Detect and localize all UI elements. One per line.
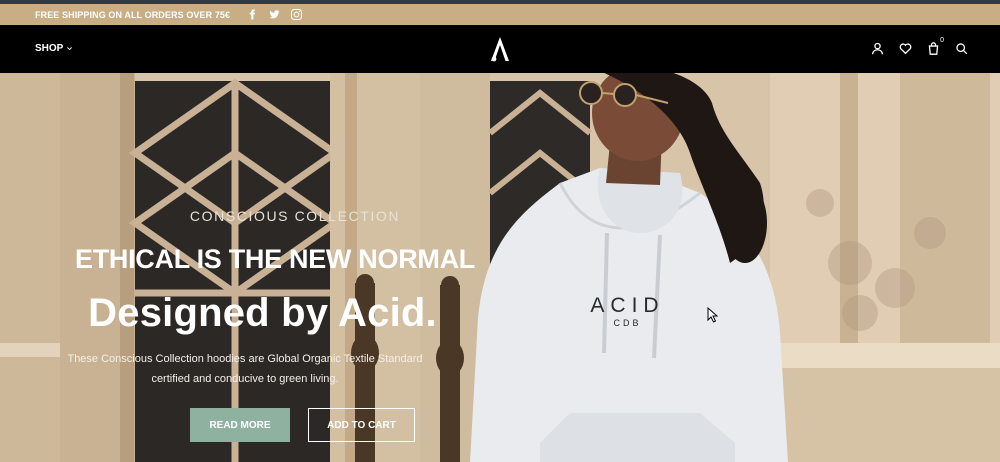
hoodie-print-main: ACID	[590, 294, 665, 317]
add-to-cart-button[interactable]: ADD TO CART	[308, 408, 415, 442]
hoodie-print: ACID CDB	[585, 295, 670, 329]
read-more-button[interactable]: READ MORE	[190, 408, 290, 442]
instagram-icon[interactable]	[290, 9, 302, 21]
cart-icon[interactable]: 0	[926, 37, 944, 55]
hero-description-line1: These Conscious Collection hoodies are G…	[67, 353, 423, 365]
twitter-icon[interactable]	[268, 9, 280, 21]
facebook-icon[interactable]	[246, 9, 258, 21]
hero-subhead: Designed by Acid.	[88, 291, 437, 335]
mouse-cursor-icon	[707, 307, 719, 323]
shop-label: SHOP	[35, 43, 64, 54]
shop-menu[interactable]: SHOP	[35, 43, 73, 54]
hero-banner: ACID CDB CONSCIOUS COLLECTION ETHICAL IS…	[0, 73, 1000, 462]
header-icons: 0	[870, 37, 968, 55]
hero-headline: ETHICAL IS THE NEW NORMAL	[75, 244, 475, 274]
heart-icon[interactable]	[898, 41, 912, 55]
hero-eyebrow: CONSCIOUS COLLECTION	[189, 208, 401, 224]
search-icon[interactable]	[954, 41, 968, 55]
logo-icon[interactable]	[489, 36, 511, 62]
social-links	[246, 9, 302, 21]
hero-description-line2: certified and conducive to green living.	[151, 373, 339, 385]
hero-description: These Conscious Collection hoodies are G…	[45, 349, 445, 389]
cart-count: 0	[940, 37, 944, 44]
user-icon[interactable]	[870, 41, 884, 55]
promo-bar: FREE SHIPPING ON ALL ORDERS OVER 75€	[0, 4, 1000, 25]
hoodie-print-sub: CDB	[613, 318, 642, 328]
chevron-down-icon	[67, 47, 73, 51]
promo-text: FREE SHIPPING ON ALL ORDERS OVER 75€	[35, 9, 231, 20]
site-header: SHOP 0	[0, 25, 1000, 73]
